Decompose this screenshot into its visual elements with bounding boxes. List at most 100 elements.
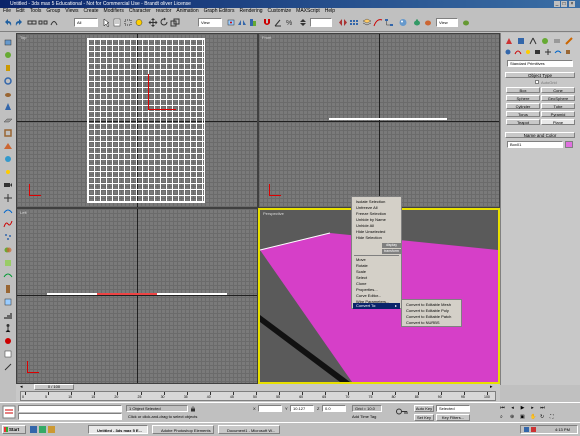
- undo-button[interactable]: [3, 17, 13, 28]
- zoom-all-icon[interactable]: ⊕: [510, 414, 518, 421]
- quick-launch-desktop-icon[interactable]: [30, 426, 37, 433]
- object-tool-6[interactable]: [3, 102, 13, 112]
- z-coord-field[interactable]: 0.0: [322, 405, 346, 412]
- object-tool-19[interactable]: [3, 271, 13, 281]
- object-tool-15[interactable]: [3, 219, 13, 229]
- menu-item-hide-unselected[interactable]: Hide Unselected: [356, 229, 385, 234]
- menu-animation[interactable]: Animation: [176, 8, 198, 15]
- menu-item-convert-to[interactable]: Convert To:: [356, 303, 376, 309]
- set-key-button[interactable]: Set Key: [414, 414, 434, 421]
- angle-snap-button[interactable]: [273, 17, 283, 28]
- render-last-button[interactable]: [461, 17, 471, 28]
- object-tool-8[interactable]: [3, 128, 13, 138]
- snap-toggle-button[interactable]: [262, 17, 272, 28]
- viewport-label-front[interactable]: Front: [262, 35, 271, 40]
- minimize-button[interactable]: _: [554, 1, 560, 7]
- cone-button[interactable]: Cone: [541, 87, 575, 93]
- menu-graph-editors[interactable]: Graph Editors: [204, 8, 235, 15]
- render-scene-button[interactable]: [412, 17, 422, 28]
- name-color-rollout-header[interactable]: Name and Color: [505, 132, 575, 138]
- menu-edit[interactable]: Edit: [16, 8, 25, 15]
- menu-item-properties[interactable]: Properties...: [356, 287, 378, 292]
- time-slider[interactable]: 0 / 100: [34, 384, 74, 390]
- time-next-arrow-icon[interactable]: ▸: [490, 384, 496, 390]
- set-key-mode-button[interactable]: [396, 407, 408, 416]
- select-object-button[interactable]: [101, 17, 111, 28]
- menu-create[interactable]: Create: [84, 8, 99, 15]
- task-button-word[interactable]: Document1 - Microsoft W...: [218, 425, 280, 434]
- menu-customize[interactable]: Customize: [268, 8, 292, 15]
- quick-launch-app-icon[interactable]: [48, 426, 55, 433]
- arc-rotate-icon[interactable]: ↻: [540, 414, 548, 421]
- start-button[interactable]: Start: [2, 425, 26, 434]
- schematic-view-button[interactable]: [384, 17, 394, 28]
- layer-manager-button[interactable]: [362, 17, 372, 28]
- menu-item-rotate[interactable]: Rotate: [356, 263, 368, 268]
- bind-spacewarp-button[interactable]: [49, 17, 59, 28]
- add-time-tag-button[interactable]: Add Time Tag: [352, 414, 376, 419]
- menu-reactor[interactable]: reactor: [156, 8, 172, 15]
- object-tool-18[interactable]: [3, 258, 13, 268]
- pyramid-button[interactable]: Pyramid: [541, 111, 575, 117]
- object-tool-10[interactable]: [3, 154, 13, 164]
- object-tool-17[interactable]: [3, 245, 13, 255]
- systems-category-button[interactable]: [564, 48, 572, 56]
- menu-item-freeze-selection[interactable]: Freeze Selection: [356, 211, 386, 216]
- maximize-button[interactable]: □: [561, 1, 567, 7]
- spinner-snap-button[interactable]: [298, 17, 308, 28]
- zoom-extents-icon[interactable]: ▣: [520, 414, 528, 421]
- menu-item-curve-editor[interactable]: Curve Editor...: [356, 293, 381, 298]
- lock-selection-button[interactable]: [190, 406, 196, 412]
- timeline-ruler[interactable]: 0 5 10 15 20 25 30 35 40 45 50 55 60 65 70 75 80 85 90 95 10…: [20, 391, 496, 401]
- menu-tools[interactable]: Tools: [30, 8, 42, 15]
- plane-object-wireframe-top[interactable]: [87, 38, 205, 203]
- move-button[interactable]: [148, 17, 158, 28]
- object-tool-11[interactable]: [3, 167, 13, 177]
- menu-item-convert-to-highlight[interactable]: Convert To: ▸: [353, 303, 400, 309]
- menu-item-hide-selection[interactable]: Hide Selection: [356, 235, 382, 240]
- unlink-button[interactable]: [38, 17, 48, 28]
- shapes-category-button[interactable]: [514, 48, 522, 56]
- viewport-label-left[interactable]: Left: [20, 210, 27, 215]
- tray-network-icon[interactable]: [524, 427, 529, 432]
- pan-icon[interactable]: ✋: [530, 414, 538, 421]
- menu-item-unhide-by-name[interactable]: Unhide by Name: [356, 217, 386, 222]
- sphere-button[interactable]: Sphere: [506, 95, 540, 101]
- plane-button[interactable]: Plane: [541, 119, 575, 125]
- maxscript-mini-listener-white[interactable]: [18, 413, 122, 420]
- mirror-tool-button[interactable]: [338, 17, 348, 28]
- object-tool-12[interactable]: [3, 180, 13, 190]
- named-selection-set-field[interactable]: [310, 18, 332, 27]
- menu-file[interactable]: File: [3, 8, 11, 15]
- geometry-category-button[interactable]: [504, 48, 512, 56]
- object-color-swatch[interactable]: [565, 141, 573, 148]
- key-filters-button[interactable]: Key Filters...: [436, 414, 470, 421]
- object-tool-9[interactable]: [3, 141, 13, 151]
- viewport-label-top[interactable]: Top: [20, 35, 26, 40]
- maxscript-mini-listener-pink[interactable]: [18, 405, 122, 412]
- render-type-dropdown[interactable]: View: [436, 18, 458, 27]
- object-tool-2[interactable]: [3, 50, 13, 60]
- menu-item-convert-editable-poly[interactable]: Convert to Editable Poly: [406, 308, 449, 313]
- maximize-viewport-icon[interactable]: ⛶: [550, 414, 558, 421]
- helpers-category-button[interactable]: [544, 48, 552, 56]
- object-tool-4[interactable]: [3, 76, 13, 86]
- object-tool-22[interactable]: [3, 310, 13, 320]
- menu-item-select[interactable]: Select: [356, 275, 367, 280]
- object-tool-26[interactable]: [3, 362, 13, 372]
- object-tool-21[interactable]: [3, 297, 13, 307]
- auto-key-button[interactable]: Auto Key: [414, 405, 434, 412]
- object-tool-3[interactable]: [3, 63, 13, 73]
- go-to-start-icon[interactable]: ⏮: [498, 405, 507, 412]
- object-tool-14[interactable]: [3, 206, 13, 216]
- rotate-button[interactable]: [159, 17, 169, 28]
- scale-button[interactable]: [170, 17, 180, 28]
- play-icon[interactable]: ▶: [518, 405, 527, 412]
- menu-group[interactable]: Group: [46, 8, 60, 15]
- object-type-rollout-header[interactable]: Object Type: [505, 72, 575, 78]
- cylinder-button[interactable]: Cylinder: [506, 103, 540, 109]
- next-frame-icon[interactable]: ▸: [528, 405, 537, 412]
- menu-character[interactable]: Character: [129, 8, 151, 15]
- x-coord-field[interactable]: [258, 405, 282, 412]
- object-tool-20[interactable]: [3, 284, 13, 294]
